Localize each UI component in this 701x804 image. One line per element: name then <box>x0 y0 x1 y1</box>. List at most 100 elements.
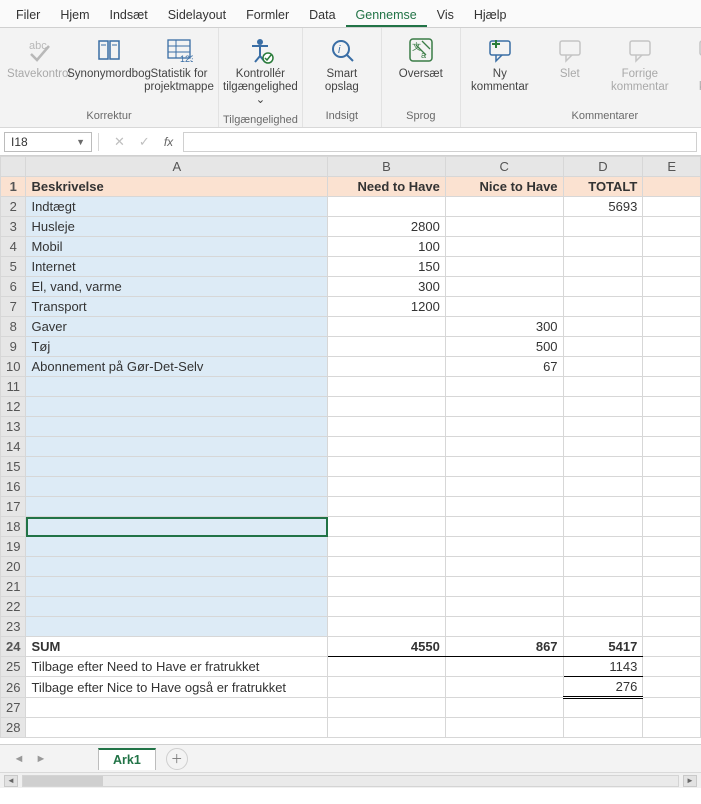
cell-C21[interactable] <box>445 577 563 597</box>
cell-D24[interactable]: 5417 <box>563 637 643 657</box>
sheet-tab-active[interactable]: Ark1 <box>98 748 156 770</box>
cell-C24[interactable]: 867 <box>445 637 563 657</box>
cell-D25[interactable]: 1143 <box>563 657 643 677</box>
cell-C22[interactable] <box>445 597 563 617</box>
fx-label[interactable]: fx <box>160 135 177 149</box>
col-header-B[interactable]: B <box>328 157 446 177</box>
cell-D23[interactable] <box>563 617 643 637</box>
cell-E6[interactable] <box>643 277 701 297</box>
scroll-h-track[interactable] <box>22 775 679 787</box>
cell-C28[interactable] <box>445 718 563 738</box>
cell-A26[interactable]: Tilbage efter Nice to Have også er fratr… <box>26 677 328 698</box>
cell-C14[interactable] <box>445 437 563 457</box>
cell-B26[interactable] <box>328 677 446 698</box>
row-header-20[interactable]: 20 <box>1 557 26 577</box>
cell-E15[interactable] <box>643 457 701 477</box>
cell-A3[interactable]: Husleje <box>26 217 328 237</box>
cell-D11[interactable] <box>563 377 643 397</box>
menu-tab-gennemse[interactable]: Gennemse <box>346 2 427 27</box>
row-header-3[interactable]: 3 <box>1 217 26 237</box>
row-header-4[interactable]: 4 <box>1 237 26 257</box>
row-header-1[interactable]: 1 <box>1 177 26 197</box>
cell-B2[interactable] <box>328 197 446 217</box>
cell-B3[interactable]: 2800 <box>328 217 446 237</box>
cell-D13[interactable] <box>563 417 643 437</box>
row-header-5[interactable]: 5 <box>1 257 26 277</box>
cell-D3[interactable] <box>563 217 643 237</box>
worksheet-area[interactable]: A B C D E 1BeskrivelseNeed to HaveNice t… <box>0 156 701 744</box>
cell-A19[interactable] <box>26 537 328 557</box>
cell-A11[interactable] <box>26 377 328 397</box>
cell-E23[interactable] <box>643 617 701 637</box>
cell-C23[interactable] <box>445 617 563 637</box>
row-header-23[interactable]: 23 <box>1 617 26 637</box>
cell-D8[interactable] <box>563 317 643 337</box>
row-header-11[interactable]: 11 <box>1 377 26 397</box>
col-header-E[interactable]: E <box>643 157 701 177</box>
cell-D22[interactable] <box>563 597 643 617</box>
cell-C3[interactable] <box>445 217 563 237</box>
cell-E13[interactable] <box>643 417 701 437</box>
cell-A9[interactable]: Tøj <box>26 337 328 357</box>
scroll-left-button[interactable]: ◄ <box>4 775 18 787</box>
cell-D27[interactable] <box>563 698 643 718</box>
cell-D20[interactable] <box>563 557 643 577</box>
check-accessibility-button[interactable]: Kontrollér tilgængelighed ⌄ <box>225 32 295 112</box>
cell-B22[interactable] <box>328 597 446 617</box>
cell-A4[interactable]: Mobil <box>26 237 328 257</box>
menu-tab-filer[interactable]: Filer <box>6 2 50 27</box>
col-header-D[interactable]: D <box>563 157 643 177</box>
cell-D28[interactable] <box>563 718 643 738</box>
cell-B15[interactable] <box>328 457 446 477</box>
row-header-12[interactable]: 12 <box>1 397 26 417</box>
row-header-24[interactable]: 24 <box>1 637 26 657</box>
tab-nav-next[interactable]: ► <box>32 753 50 765</box>
cell-B19[interactable] <box>328 537 446 557</box>
row-header-22[interactable]: 22 <box>1 597 26 617</box>
cell-D7[interactable] <box>563 297 643 317</box>
name-box[interactable]: I18 ▼ <box>4 132 92 152</box>
cell-E28[interactable] <box>643 718 701 738</box>
cell-E14[interactable] <box>643 437 701 457</box>
cell-C5[interactable] <box>445 257 563 277</box>
menu-tab-hjælp[interactable]: Hjælp <box>464 2 517 27</box>
cell-E17[interactable] <box>643 497 701 517</box>
formula-input[interactable] <box>183 132 697 152</box>
cell-A25[interactable]: Tilbage efter Need to Have er fratrukket <box>26 657 328 677</box>
cell-E5[interactable] <box>643 257 701 277</box>
cell-C16[interactable] <box>445 477 563 497</box>
cell-D21[interactable] <box>563 577 643 597</box>
cell-D16[interactable] <box>563 477 643 497</box>
cell-B4[interactable]: 100 <box>328 237 446 257</box>
cell-E24[interactable] <box>643 637 701 657</box>
scroll-right-button[interactable]: ► <box>683 775 697 787</box>
cell-B7[interactable]: 1200 <box>328 297 446 317</box>
cell-A27[interactable] <box>26 698 328 718</box>
cell-A2[interactable]: Indtægt <box>26 197 328 217</box>
cell-C2[interactable] <box>445 197 563 217</box>
cell-A22[interactable] <box>26 597 328 617</box>
row-header-7[interactable]: 7 <box>1 297 26 317</box>
cell-E19[interactable] <box>643 537 701 557</box>
row-header-21[interactable]: 21 <box>1 577 26 597</box>
cell-E2[interactable] <box>643 197 701 217</box>
cell-A13[interactable] <box>26 417 328 437</box>
horizontal-scrollbar[interactable]: ◄ ► <box>0 772 701 788</box>
cell-A10[interactable]: Abonnement på Gør-Det-Selv <box>26 357 328 377</box>
row-header-6[interactable]: 6 <box>1 277 26 297</box>
cell-B16[interactable] <box>328 477 446 497</box>
cell-A23[interactable] <box>26 617 328 637</box>
cell-D17[interactable] <box>563 497 643 517</box>
smart-lookup-button[interactable]: iSmart opslag <box>307 32 377 98</box>
cell-A7[interactable]: Transport <box>26 297 328 317</box>
row-header-18[interactable]: 18 <box>1 517 26 537</box>
cell-E22[interactable] <box>643 597 701 617</box>
cell-B9[interactable] <box>328 337 446 357</box>
cell-B10[interactable] <box>328 357 446 377</box>
cell-E1[interactable] <box>643 177 701 197</box>
cell-B18[interactable] <box>328 517 446 537</box>
select-all-corner[interactable] <box>1 157 26 177</box>
name-box-dropdown-icon[interactable]: ▼ <box>76 137 85 147</box>
thesaurus-button[interactable]: Synonymordbog <box>74 32 144 85</box>
row-header-2[interactable]: 2 <box>1 197 26 217</box>
